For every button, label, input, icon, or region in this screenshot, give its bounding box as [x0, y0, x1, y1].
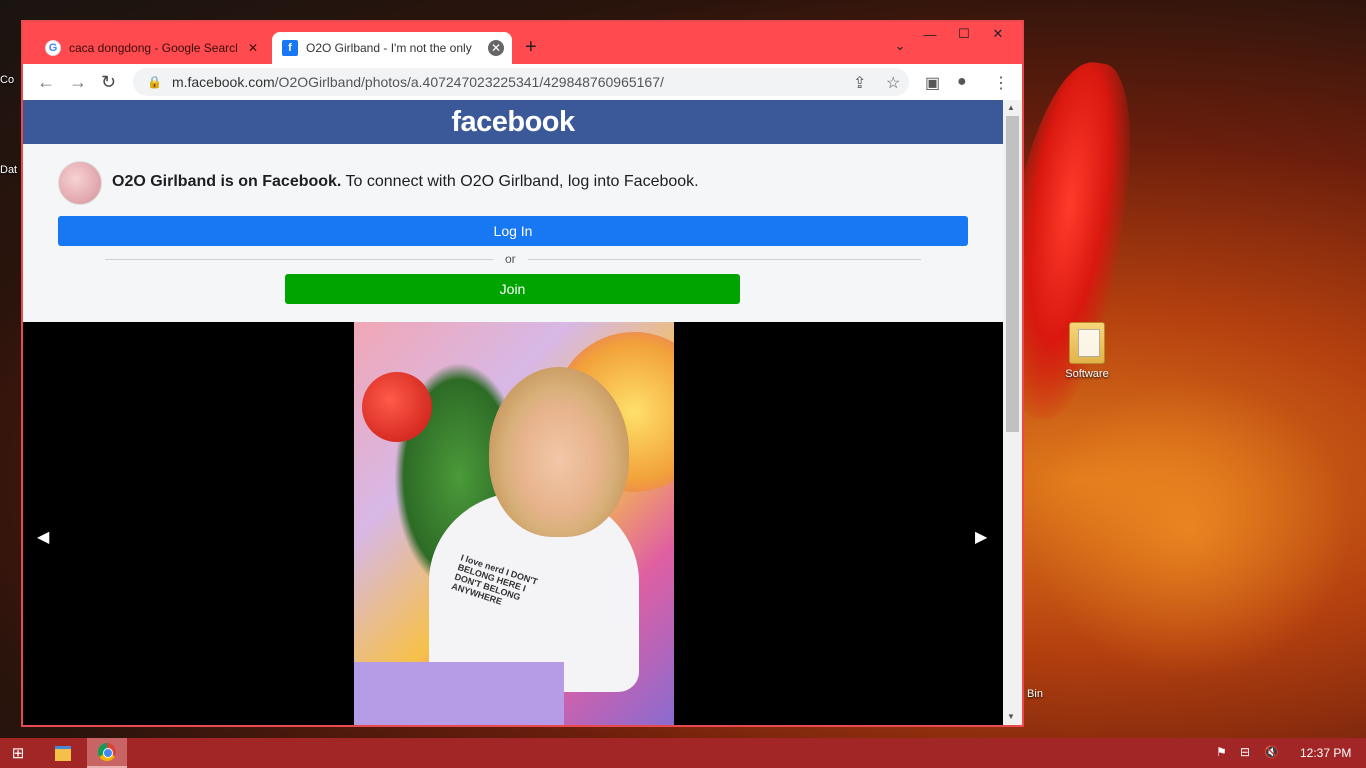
minimize-button[interactable]: —: [913, 22, 947, 46]
join-button[interactable]: Join: [285, 274, 740, 304]
facebook-header[interactable]: facebook: [23, 100, 1003, 144]
browser-window: G caca dongdong - Google Search ✕ f O2O …: [21, 20, 1024, 727]
photo-person: [489, 367, 629, 537]
desktop-icon-label: Software: [1065, 368, 1109, 380]
profile-icon[interactable]: ●: [957, 73, 967, 91]
menu-kebab-icon[interactable]: ⋮: [993, 73, 1009, 93]
wallpaper-glow: [1030, 380, 1350, 680]
maximize-button[interactable]: ☐: [947, 22, 981, 46]
tab-title: caca dongdong - Google Search: [69, 41, 237, 55]
taskbar: ⊞ ⚑ ⊟ 🔇 12:37 PM: [0, 738, 1366, 768]
scroll-thumb[interactable]: [1006, 116, 1019, 432]
photo-viewer: I love nerd I DON'T BELONG HERE I DON'T …: [23, 322, 1003, 725]
previous-photo-icon[interactable]: ◀: [37, 527, 49, 547]
folder-icon: [1069, 322, 1105, 364]
google-icon: G: [45, 40, 61, 56]
url-host: m.facebook.com: [171, 74, 275, 90]
side-panel-icon[interactable]: ▣: [925, 73, 940, 93]
tab-search-button[interactable]: ⌄: [883, 34, 917, 58]
browser-toolbar: ← → ↻ 🔒 m.facebook.com/O2OGirlband/photo…: [23, 64, 1022, 100]
system-clock[interactable]: 12:37 PM: [1300, 746, 1351, 760]
or-label: or: [493, 252, 528, 266]
address-bar[interactable]: 🔒 m.facebook.com/O2OGirlband/photos/a.40…: [133, 68, 909, 96]
tab-google-search[interactable]: G caca dongdong - Google Search ✕: [35, 32, 269, 64]
share-icon[interactable]: ⇪: [853, 73, 866, 93]
close-tab-icon[interactable]: ✕: [245, 40, 261, 56]
back-icon[interactable]: ←: [37, 72, 55, 93]
vertical-scrollbar[interactable]: ▲ ▼: [1003, 100, 1022, 725]
desktop-icon-label: Bin: [1027, 688, 1043, 700]
bookmark-star-icon[interactable]: ☆: [886, 73, 900, 93]
desktop-icon-partial[interactable]: Dat: [0, 164, 20, 176]
desktop-icon-label: Dat: [0, 164, 18, 176]
scroll-up-icon[interactable]: ▲: [1007, 103, 1015, 112]
facebook-icon: f: [282, 40, 298, 56]
lock-icon[interactable]: 🔒: [147, 75, 162, 89]
chrome-icon[interactable]: [87, 738, 127, 768]
desktop-icon-partial[interactable]: Co: [0, 74, 20, 86]
forward-icon[interactable]: →: [69, 72, 87, 93]
scroll-down-icon[interactable]: ▼: [1007, 712, 1015, 721]
connect-card: O2O Girlband is on Facebook. To connect …: [23, 144, 1003, 322]
action-center-flag-icon[interactable]: ⚑: [1216, 745, 1227, 759]
tab-facebook[interactable]: f O2O Girlband - I'm not the only ✕: [272, 32, 512, 64]
new-tab-button[interactable]: +: [525, 36, 537, 59]
network-icon[interactable]: ⊟: [1240, 745, 1250, 759]
volume-muted-icon[interactable]: 🔇: [1264, 745, 1279, 759]
start-icon[interactable]: ⊞: [0, 738, 36, 768]
connect-prompt: To connect with O2O Girlband, log into F…: [341, 173, 699, 190]
desktop-icon-software[interactable]: Software: [1058, 322, 1116, 380]
tab-strip: G caca dongdong - Google Search ✕ f O2O …: [23, 22, 1022, 64]
close-window-button[interactable]: ✕: [981, 22, 1015, 46]
reload-icon[interactable]: ↻: [101, 72, 116, 93]
desktop-icon-recycle-bin[interactable]: Bin: [1020, 688, 1050, 700]
photo[interactable]: I love nerd I DON'T BELONG HERE I DON'T …: [354, 322, 674, 725]
page-viewport: facebook O2O Girlband is on Facebook. To…: [23, 100, 1003, 725]
login-button[interactable]: Log In: [58, 216, 968, 246]
connect-message: O2O Girlband is on Facebook. To connect …: [112, 173, 699, 191]
file-explorer-icon[interactable]: [48, 738, 78, 768]
tab-title: O2O Girlband - I'm not the only: [306, 41, 472, 55]
connect-page-name: O2O Girlband is on Facebook.: [112, 173, 342, 190]
next-photo-icon[interactable]: ▶: [975, 527, 987, 547]
photo-red-balloon: [362, 372, 432, 442]
photo-pants: [354, 662, 564, 725]
url-path: /O2OGirlband/photos/a.407247023225341/42…: [274, 74, 664, 90]
close-tab-icon[interactable]: ✕: [488, 40, 504, 56]
page-avatar[interactable]: [58, 161, 102, 205]
desktop-icon-label: Co: [0, 74, 15, 86]
